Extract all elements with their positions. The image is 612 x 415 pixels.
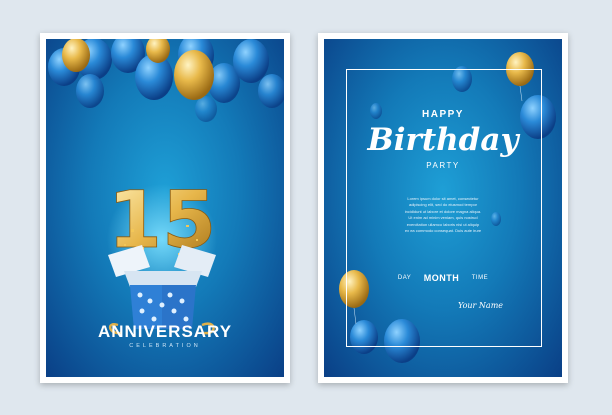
anniversary-card-background: 15 ANNIVERSARY CELEBRATION: [46, 39, 284, 377]
balloon-cluster-top: [48, 39, 284, 122]
balloon-blue: [195, 96, 217, 122]
anniversary-card: 15 ANNIVERSARY CELEBRATION: [40, 33, 290, 383]
balloon-blue: [233, 39, 269, 83]
birthday-card-background: HAPPY Birthday PARTY Lorem ipsum dolor s…: [324, 39, 562, 377]
birthday-heading: Birthday: [367, 122, 519, 158]
invitation-body-text: Lorem ipsum dolor sit amet, consectetur …: [388, 196, 498, 234]
happy-heading: HAPPY: [422, 109, 464, 120]
date-row: DAY MONTH TIME: [324, 269, 562, 287]
anniversary-title: ANNIVERSARY: [97, 322, 233, 341]
balloon-blue: [76, 74, 104, 108]
signature-name: Your Name: [458, 301, 504, 310]
balloon-gold: [174, 50, 214, 100]
day-label: DAY: [397, 274, 412, 281]
month-label: MONTH: [423, 272, 460, 283]
party-heading: PARTY: [426, 161, 460, 170]
balloon-gold: [62, 39, 90, 72]
anniversary-subtitle: CELEBRATION: [129, 343, 201, 349]
body-line: ex ea commodo consequat. Duis aute irure: [404, 228, 482, 234]
birthday-card: HAPPY Birthday PARTY Lorem ipsum dolor s…: [318, 33, 568, 383]
balloon-blue: [258, 74, 284, 108]
time-label: TIME: [471, 274, 489, 281]
